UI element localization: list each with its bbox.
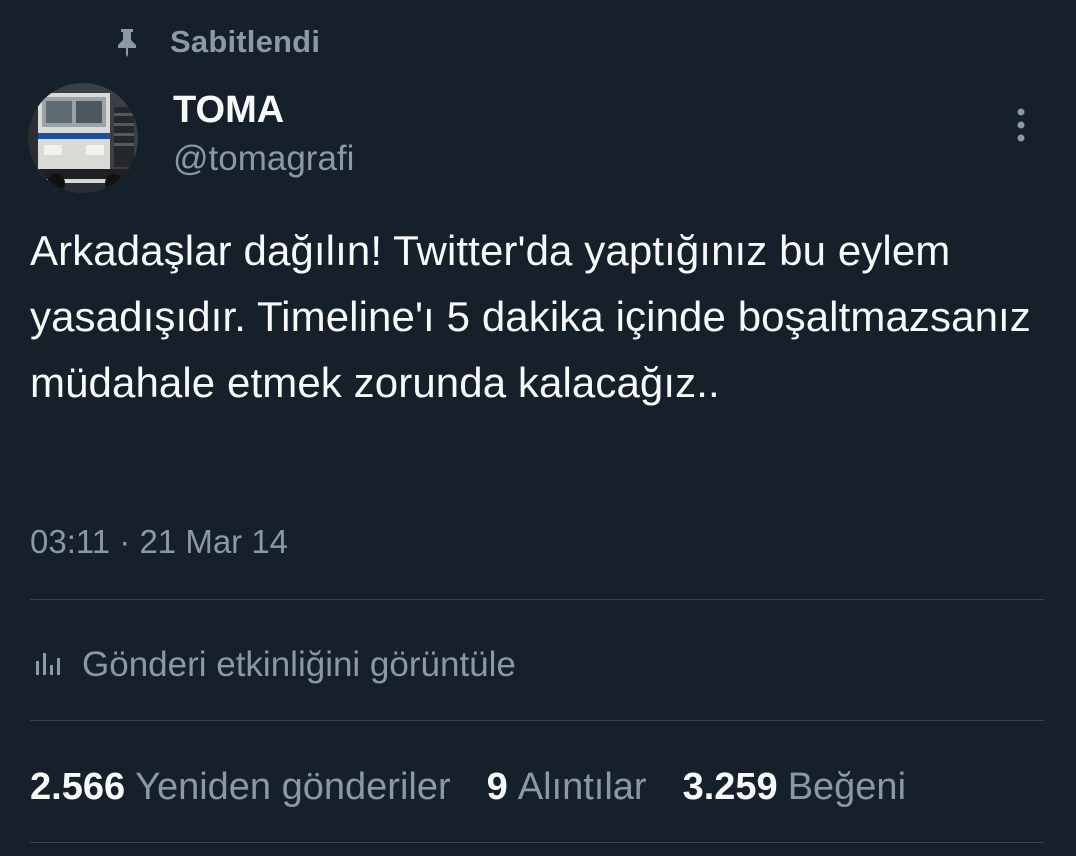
view-post-analytics[interactable]: Gönderi etkinliğini görüntüle xyxy=(30,640,516,690)
divider xyxy=(30,720,1044,721)
analytics-bars-icon xyxy=(30,647,66,683)
engagement-stats: 2.566 Yeniden gönderiler 9 Alıntılar 3.2… xyxy=(30,762,942,812)
divider xyxy=(30,599,1044,600)
likes-count: 3.259 xyxy=(682,765,778,808)
analytics-label: Gönderi etkinliğini görüntüle xyxy=(82,645,516,684)
quotes-stat[interactable]: 9 Alıntılar xyxy=(487,766,647,809)
quotes-count: 9 xyxy=(486,765,508,808)
retweets-label: Yeniden gönderiler xyxy=(135,765,451,808)
pinned-indicator: Sabitlendi xyxy=(112,22,320,62)
tweet-timestamp[interactable]: 03:11 · 21 Mar 14 xyxy=(30,520,288,564)
divider xyxy=(30,842,1044,843)
more-options-button[interactable] xyxy=(1000,105,1042,149)
likes-label: Beğeni xyxy=(787,765,907,808)
likes-stat[interactable]: 3.259 Beğeni xyxy=(683,766,906,809)
user-handle[interactable]: @tomagrafi xyxy=(173,138,354,180)
tweet-text: Arkadaşlar dağılın! Twitter'da yaptığını… xyxy=(30,227,1031,406)
retweets-count: 2.566 xyxy=(30,765,126,808)
avatar[interactable] xyxy=(28,83,138,193)
more-vertical-icon xyxy=(1015,107,1027,148)
pinned-label: Sabitlendi xyxy=(170,24,321,59)
pin-icon xyxy=(112,27,142,57)
display-name[interactable]: TOMA xyxy=(173,88,284,132)
retweets-stat[interactable]: 2.566 Yeniden gönderiler xyxy=(30,766,451,809)
quotes-label: Alıntılar xyxy=(517,765,647,808)
